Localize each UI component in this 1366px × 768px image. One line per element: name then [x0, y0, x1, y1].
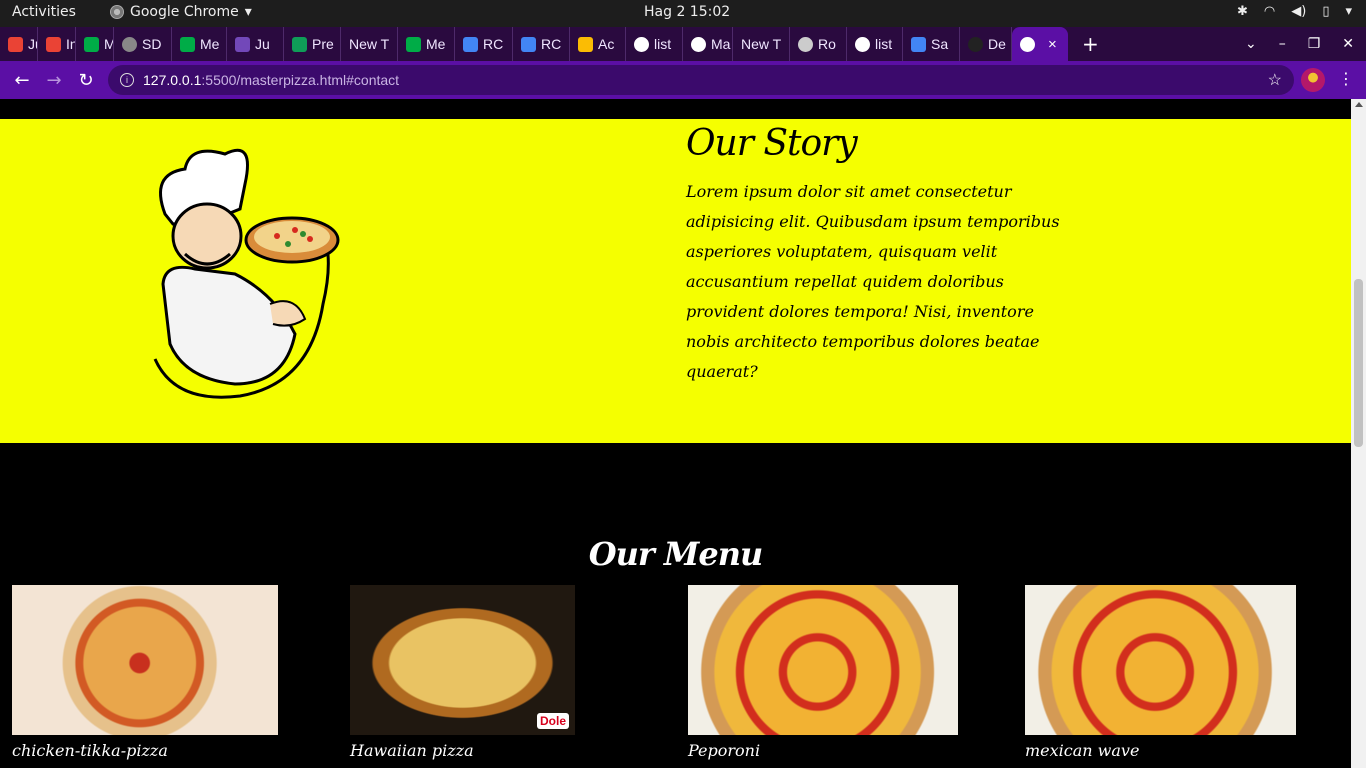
tab[interactable]: RC: [455, 27, 513, 61]
chevron-down-icon: ▾: [244, 4, 252, 20]
tab[interactable]: Ju: [0, 27, 38, 61]
profile-avatar[interactable]: [1301, 68, 1325, 92]
tab[interactable]: New T: [341, 27, 398, 61]
docs-icon: [463, 36, 478, 52]
wifi-icon[interactable]: ◠: [1264, 4, 1275, 19]
tab[interactable]: Inv: [38, 27, 76, 61]
chrome-icon: [110, 5, 124, 19]
tab[interactable]: Pre: [284, 27, 341, 61]
close-tab-icon[interactable]: ×: [1048, 36, 1057, 53]
scroll-up-arrow-icon[interactable]: [1355, 102, 1363, 107]
docs-icon: [521, 36, 536, 52]
gmail-icon: [46, 36, 61, 52]
back-icon[interactable]: ←: [6, 64, 38, 96]
globe-icon: [634, 36, 649, 52]
chevron-down-icon[interactable]: ▾: [1345, 4, 1352, 19]
drive-icon: [578, 36, 593, 52]
tab[interactable]: Me: [76, 27, 114, 61]
tab[interactable]: De: [960, 27, 1012, 61]
minimize-icon[interactable]: –: [1279, 36, 1286, 52]
story-section: Our Story Lorem ipsum dolor sit amet con…: [0, 119, 1351, 443]
tab[interactable]: Ju: [227, 27, 284, 61]
menu-card[interactable]: Peporoni: [688, 585, 958, 760]
page-viewport: Our Story Lorem ipsum dolor sit amet con…: [0, 99, 1351, 768]
window-controls: ⌄ – ❐ ✕: [1245, 27, 1354, 61]
tab[interactable]: SD: [114, 27, 172, 61]
close-window-icon[interactable]: ✕: [1342, 36, 1354, 52]
chicken-tikka-pizza-image: [12, 585, 278, 735]
volume-icon[interactable]: ◀): [1291, 4, 1306, 19]
tab-active[interactable]: ×: [1012, 27, 1068, 61]
new-tab-button[interactable]: +: [1082, 32, 1099, 56]
menu-card[interactable]: chicken-tikka-pizza: [12, 585, 278, 760]
meet-icon: [180, 36, 195, 52]
story-text: Lorem ipsum dolor sit amet consectetur a…: [686, 182, 1060, 381]
browser-toolbar: ← → ↻ i 127.0.0.1:5500/masterpizza.html#…: [0, 61, 1366, 99]
reload-icon[interactable]: ↻: [70, 64, 102, 96]
gmail-icon: [8, 36, 23, 52]
clock[interactable]: Hag 2 15:02: [644, 4, 730, 20]
app-menu[interactable]: Google Chrome ▾: [110, 4, 252, 20]
tab[interactable]: Ac: [570, 27, 626, 61]
system-top-bar: Activities Google Chrome ▾ Hag 2 15:02 ✱…: [0, 0, 1366, 27]
restore-icon[interactable]: ❐: [1308, 36, 1321, 52]
loading-icon: [122, 36, 137, 52]
globe-icon: [691, 36, 706, 52]
activities-button[interactable]: Activities: [12, 4, 76, 20]
tab-search-icon[interactable]: ⌄: [1245, 36, 1257, 52]
globe-icon: [855, 36, 870, 52]
tab[interactable]: RC: [513, 27, 570, 61]
url-path: :5500/masterpizza.html#contact: [201, 72, 400, 88]
tab[interactable]: list: [847, 27, 903, 61]
wordpress-icon: [798, 36, 813, 52]
tab[interactable]: Ro: [790, 27, 847, 61]
dole-logo: Dole: [536, 713, 569, 729]
tab[interactable]: New T: [733, 27, 790, 61]
chef-illustration: [153, 148, 340, 399]
system-tray[interactable]: ✱ ◠ ◀) ▯ ▾: [1237, 4, 1352, 19]
page-scrollbar[interactable]: [1351, 99, 1366, 768]
menu-item-name: mexican wave: [1025, 741, 1140, 760]
tab-strip: Ju Inv Me SD Me Ju Pre New T Me RC RC Ac…: [0, 27, 1366, 61]
tab[interactable]: Me: [172, 27, 227, 61]
url-host: 127.0.0.1: [143, 72, 202, 88]
bookmark-star-icon[interactable]: ☆: [1268, 70, 1282, 90]
forms-icon: [235, 36, 250, 52]
site-info-icon[interactable]: i: [120, 73, 134, 87]
globe-icon: [1020, 36, 1035, 52]
menu-card[interactable]: mexican wave: [1025, 585, 1296, 760]
tab[interactable]: Me: [398, 27, 455, 61]
slack-icon[interactable]: ✱: [1237, 4, 1248, 19]
app-name: Google Chrome: [130, 4, 239, 20]
tab[interactable]: Sa: [903, 27, 960, 61]
meet-icon: [406, 36, 421, 52]
menu-card[interactable]: Dole Hawaiian pizza: [350, 585, 575, 760]
forward-icon[interactable]: →: [38, 64, 70, 96]
sheets-icon: [292, 36, 307, 52]
github-icon: [968, 36, 983, 52]
more-menu-icon[interactable]: ⋮: [1338, 69, 1354, 88]
docs-icon: [911, 36, 926, 52]
story-title: Our Story: [686, 123, 858, 164]
scrollbar-thumb[interactable]: [1354, 279, 1363, 447]
pepperoni-pizza-image: [688, 585, 958, 735]
menu-item-name: Peporoni: [688, 741, 761, 760]
menu-item-name: chicken-tikka-pizza: [12, 741, 168, 760]
menu-item-name: Hawaiian pizza: [350, 741, 474, 760]
tab[interactable]: Ma: [683, 27, 733, 61]
menu-title: Our Menu: [588, 535, 763, 573]
battery-icon[interactable]: ▯: [1322, 4, 1329, 19]
hawaiian-pizza-image: Dole: [350, 585, 575, 735]
meet-icon: [84, 36, 99, 52]
mexican-wave-pizza-image: [1025, 585, 1296, 735]
address-bar[interactable]: i 127.0.0.1:5500/masterpizza.html#contac…: [108, 65, 1294, 95]
tab[interactable]: list: [626, 27, 683, 61]
